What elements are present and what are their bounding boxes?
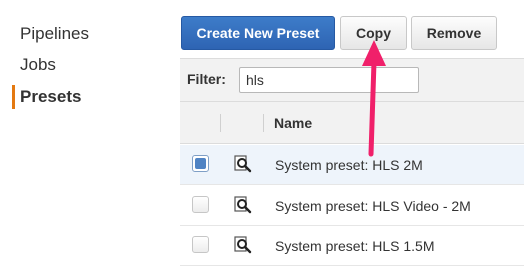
preset-name: System preset: HLS Video - 2M xyxy=(275,198,471,214)
remove-button[interactable]: Remove xyxy=(411,16,497,50)
magnifier-icon[interactable] xyxy=(233,195,253,215)
table-row[interactable]: System preset: HLS 2M xyxy=(180,145,524,185)
magnifier-icon[interactable] xyxy=(233,154,253,174)
sidebar-item-presets[interactable]: Presets xyxy=(12,85,81,109)
create-new-preset-button[interactable]: Create New Preset xyxy=(181,16,335,50)
preset-name: System preset: HLS 1.5M xyxy=(275,238,435,254)
column-divider xyxy=(263,114,264,132)
row-checkbox[interactable] xyxy=(192,196,209,213)
sidebar: Pipelines Jobs Presets xyxy=(0,0,170,265)
column-header-name[interactable]: Name xyxy=(274,115,312,131)
sidebar-item-jobs[interactable]: Jobs xyxy=(12,53,56,77)
table-header: Name xyxy=(180,102,524,144)
row-checkbox[interactable] xyxy=(192,236,209,253)
filter-input[interactable] xyxy=(239,67,419,93)
copy-button[interactable]: Copy xyxy=(340,16,407,50)
filter-label: Filter: xyxy=(187,71,226,87)
sidebar-item-pipelines[interactable]: Pipelines xyxy=(12,22,89,46)
table-row[interactable]: System preset: HLS Video - 2M xyxy=(180,186,524,226)
table-row[interactable]: System preset: HLS 1.5M xyxy=(180,226,524,266)
preset-name: System preset: HLS 2M xyxy=(275,157,423,173)
magnifier-icon[interactable] xyxy=(233,235,253,255)
row-checkbox[interactable] xyxy=(192,155,209,172)
column-divider xyxy=(220,114,221,132)
filter-bar: Filter: xyxy=(180,58,524,102)
